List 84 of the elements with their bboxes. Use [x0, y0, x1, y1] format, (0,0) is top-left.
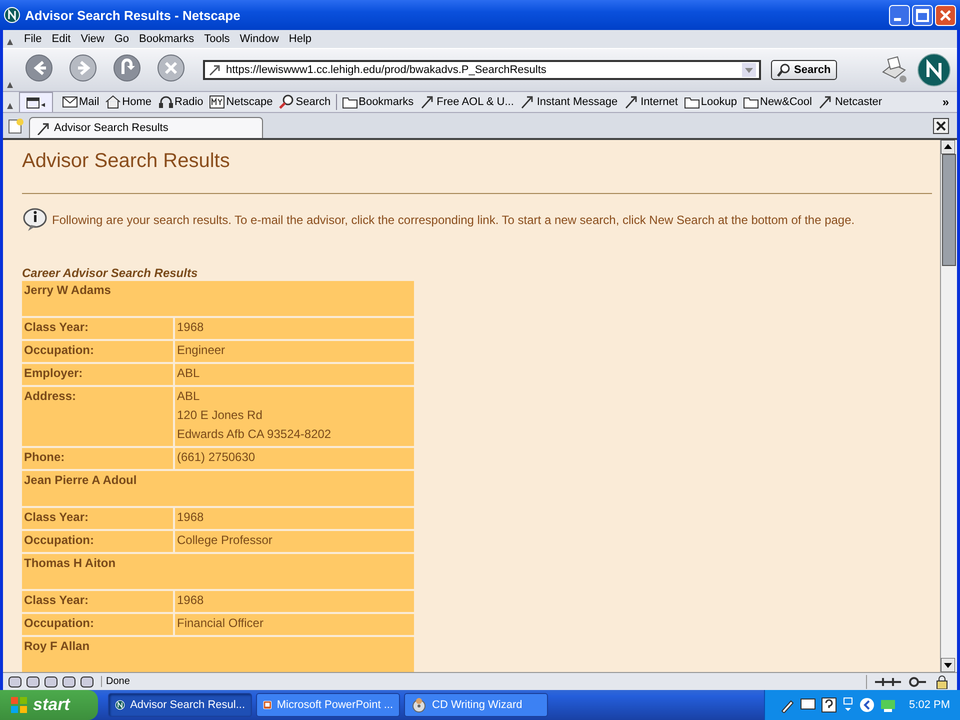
grip-icon	[7, 82, 13, 88]
toolbar-link[interactable]: Home	[102, 94, 155, 110]
toolbar-link[interactable]: Netscape	[206, 94, 276, 110]
padlock-icon	[935, 674, 949, 688]
field-value: Engineer	[175, 341, 414, 362]
table-caption: Career Advisor Search Results	[22, 266, 199, 280]
headphones-icon	[158, 94, 174, 110]
field-label: Address:	[22, 387, 173, 446]
field-value: 1968	[175, 591, 414, 612]
clock: 5:02 PM	[909, 699, 950, 711]
taskbar-button[interactable]: CD Writing Wizard	[404, 693, 548, 717]
scrollbar[interactable]	[940, 140, 957, 672]
maximize-icon[interactable]	[912, 4, 933, 26]
windows-flag-icon	[10, 696, 28, 714]
address-field[interactable]: https://lewiswww1.cc.lehigh.edu/prod/bwakadvs.P_SearchResults	[203, 60, 761, 80]
field-label: Class Year:	[22, 508, 173, 529]
toolbar-link[interactable]: Netcaster	[814, 94, 886, 110]
menu-item[interactable]: Edit	[46, 33, 76, 45]
toolbar-link[interactable]: Radio	[154, 94, 206, 110]
taskbar-button[interactable]: Advisor Search Resul...	[108, 693, 252, 717]
search-button[interactable]: Search	[771, 60, 837, 80]
new-tab-icon[interactable]	[7, 118, 25, 134]
advisor-name: Jerry W Adams	[22, 281, 414, 316]
search-icon	[777, 63, 791, 77]
connection-icon	[875, 676, 901, 688]
grip-icon	[7, 39, 13, 45]
toolbar-link[interactable]: Bookmarks	[338, 94, 417, 110]
menu-item[interactable]: File	[19, 33, 47, 45]
toolbar-link[interactable]: Mail	[59, 94, 102, 110]
window-title: Advisor Search Results - Netscape	[25, 8, 242, 22]
advisor-name: Roy F Allan	[22, 637, 414, 672]
field-value: Financial Officer	[175, 614, 414, 635]
close-icon[interactable]	[935, 4, 956, 26]
toolbar-link[interactable]: Internet	[620, 94, 681, 110]
scroll-up-icon[interactable]	[941, 140, 955, 154]
field-value: 1968	[175, 508, 414, 529]
field-value: 1968	[175, 318, 414, 339]
toolbar-link[interactable]: New&Cool	[740, 94, 815, 110]
overflow-chevron[interactable]: »	[942, 95, 957, 109]
field-label: Occupation:	[22, 341, 173, 362]
menu-item[interactable]: Help	[284, 33, 317, 45]
page-link-icon	[208, 63, 222, 77]
field-label: Class Year:	[22, 591, 173, 612]
info-message: Following are your search results. To e-mail the advisor, click the corresponding link. To start a new search, click New Search at the bottom of the page.	[52, 213, 855, 227]
browser-tab[interactable]: Advisor Search Results	[29, 117, 263, 138]
dropdown-icon[interactable]	[742, 63, 756, 77]
field-value: (661) 2750630	[175, 448, 414, 469]
field-label: Employer:	[22, 364, 173, 385]
disc-icon	[411, 697, 427, 713]
menu-item[interactable]: Tools	[199, 33, 235, 45]
restore-icon[interactable]	[842, 697, 854, 713]
page-heading: Advisor Search Results	[22, 150, 231, 173]
close-tab-icon[interactable]	[933, 118, 949, 134]
field-label: Occupation:	[22, 531, 173, 552]
search-icon	[278, 94, 295, 110]
expand-tray-icon[interactable]	[859, 697, 876, 713]
field-value: ABL	[175, 364, 414, 385]
toolbar-link[interactable]: Search	[276, 94, 334, 110]
menu-item[interactable]: Bookmarks	[134, 33, 200, 45]
menu-item[interactable]: Go	[109, 33, 134, 45]
scroll-down-icon[interactable]	[941, 658, 955, 672]
tab-icon[interactable]	[26, 96, 46, 110]
toolbar-link[interactable]: Lookup	[680, 94, 740, 110]
scroll-thumb[interactable]	[942, 154, 956, 266]
field-value: ABL 120 E Jones Rd Edwards Afb CA 93524-8202	[175, 387, 414, 446]
toolbar-link[interactable]: Free AOL & U...	[416, 94, 517, 110]
toolbar-link[interactable]: Instant Message	[516, 94, 621, 110]
field-value: College Professor	[175, 531, 414, 552]
menu-item[interactable]: Window	[234, 33, 284, 45]
advisor-name: Jean Pierre A Adoul	[22, 471, 414, 506]
menu-item[interactable]: View	[76, 33, 110, 45]
advisor-name: Thomas H Aiton	[22, 554, 414, 589]
status-text: Done	[101, 676, 864, 687]
taskbar-button[interactable]: Microsoft PowerPoint ...	[256, 693, 400, 717]
key-icon	[909, 676, 927, 688]
info-bubble-icon	[22, 207, 48, 233]
field-label: Class Year:	[22, 318, 173, 339]
minimize-icon[interactable]	[889, 4, 910, 26]
help-icon[interactable]	[821, 697, 838, 713]
my-icon	[209, 94, 226, 110]
link-icon	[36, 121, 50, 135]
grip-icon	[7, 103, 13, 109]
field-label: Phone:	[22, 448, 173, 469]
field-label: Occupation:	[22, 614, 173, 635]
